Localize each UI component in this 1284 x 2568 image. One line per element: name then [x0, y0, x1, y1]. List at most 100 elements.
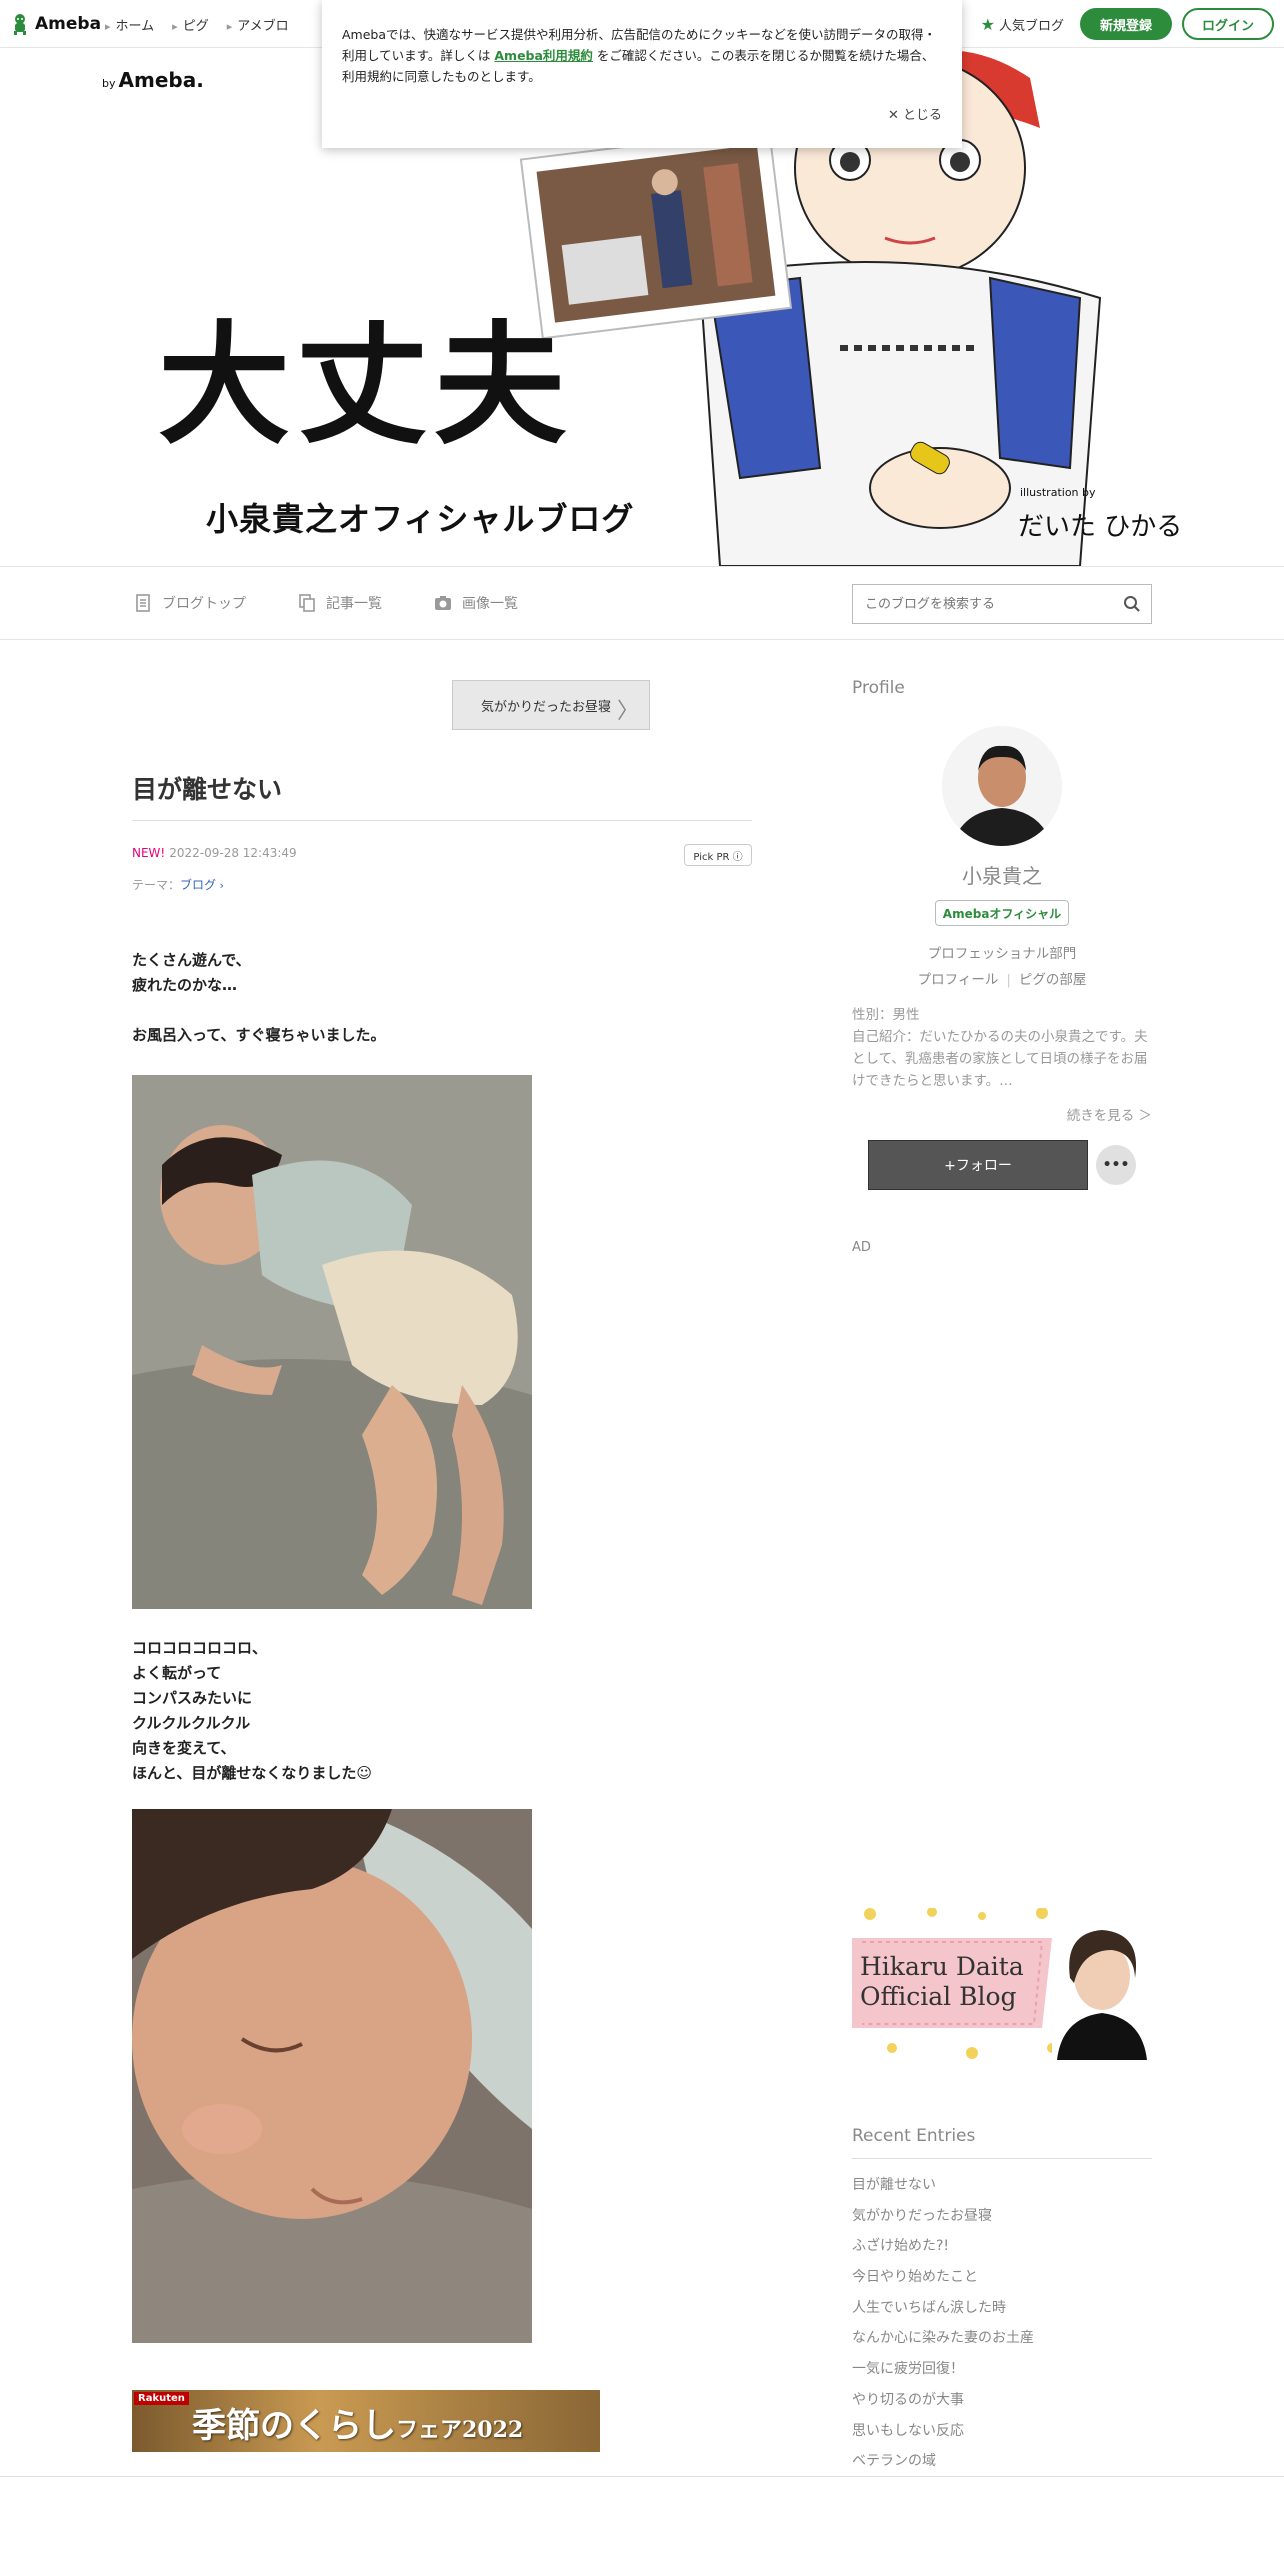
gnav-right: ★ 人気ブログ 新規登録 ログイン: [981, 8, 1274, 40]
rakuten-ad-banner[interactable]: Rakuten 季節のくらしフェア2022: [132, 2390, 600, 2452]
profile-photo: [942, 726, 1062, 846]
divider: [0, 2476, 1284, 2477]
recent-entry-link[interactable]: 目が離せない: [852, 2170, 1152, 2201]
pigg-room-link[interactable]: ピグの部屋: [1019, 972, 1087, 988]
more-options-button[interactable]: •••: [1096, 1145, 1136, 1185]
previous-entry-label: 気がかりだったお昼寝: [481, 699, 612, 715]
ameba-logo-icon: [14, 14, 26, 35]
blog-nav: ブログトップ 記事一覧 画像一覧: [0, 566, 1284, 640]
baby-sleeping-photo: [132, 1075, 532, 1609]
recent-entry-link[interactable]: 今日やり始めたこと: [852, 2262, 1152, 2293]
theme-label: テーマ：: [132, 878, 181, 892]
recent-entry-link[interactable]: 一気に疲労回復！: [852, 2354, 1152, 2385]
baby-face-photo: [132, 1809, 532, 2343]
blog-search-input[interactable]: [853, 585, 1103, 623]
gnav-link-home[interactable]: ホーム: [105, 15, 155, 34]
post-photo-1[interactable]: [132, 1075, 532, 1609]
divider: [852, 2158, 1152, 2159]
cookie-close-button[interactable]: ✕ とじる: [888, 105, 942, 126]
post-date: 2022-09-28 12:43:49: [169, 846, 297, 860]
post-theme: テーマ：ブログ ›: [132, 876, 224, 893]
recent-entry-link[interactable]: 気がかりだったお昼寝: [852, 2201, 1152, 2232]
gnav-link-ameblo[interactable]: アメブロ: [227, 15, 288, 34]
banner-text: Hikaru Daita Official Blog: [860, 1952, 1024, 2012]
by-brand: Ameba.: [118, 68, 204, 92]
gnav-link-pigg[interactable]: ピグ: [172, 15, 209, 34]
blog-top-label: ブログトップ: [162, 596, 246, 612]
avatar[interactable]: [942, 726, 1062, 846]
by-ameba-logo: by Ameba.: [102, 68, 204, 92]
body-line: 疲れたのかな…: [132, 976, 238, 994]
banner-line-1: Hikaru Daita: [860, 1952, 1024, 1981]
banner-line-2: Official Blog: [860, 1982, 1017, 2011]
body-line: コンパスみたいに: [132, 1689, 253, 1707]
read-more-link[interactable]: 続きを見る ＞: [852, 1104, 1152, 1124]
close-icon: ✕: [887, 108, 899, 123]
copy-icon: [299, 594, 315, 612]
ameba-logo[interactable]: Ameba: [10, 12, 101, 36]
by-label: by: [102, 77, 116, 90]
ad-label: AD: [852, 1240, 871, 1255]
profile-gender: 性別：男性: [852, 1007, 920, 1023]
body-line: [132, 998, 386, 1023]
body-line: 向きを変えて、: [132, 1739, 236, 1757]
recent-entry-link[interactable]: ふざけ始めた?!: [852, 2231, 1152, 2262]
blog-search: [852, 584, 1152, 624]
search-icon[interactable]: [1123, 595, 1141, 613]
ad-sub-text: フェア2022: [396, 2417, 524, 2443]
profile-category[interactable]: プロフェッショナル部門: [852, 942, 1152, 962]
profile-name[interactable]: 小泉貴之: [852, 860, 1152, 889]
popular-blog-label: 人気ブログ: [998, 18, 1064, 34]
header-subtitle: 小泉貴之オフィシャルブログ: [206, 500, 635, 538]
post-body-paragraph-1: たくさん遊んで、 疲れたのかな… お風呂入って、すぐ寝ちゃいました。: [132, 948, 386, 1048]
recent-entries-list: 目が離せない 気がかりだったお昼寝 ふざけ始めた?! 今日やり始めたこと 人生で…: [852, 2170, 1152, 2477]
previous-entry-button[interactable]: 気がかりだったお昼寝 〉: [452, 680, 650, 730]
follow-button[interactable]: +フォロー: [868, 1140, 1088, 1190]
cookie-close-label: とじる: [902, 108, 942, 123]
profile-link[interactable]: プロフィール: [918, 972, 999, 988]
image-list-link[interactable]: 画像一覧: [434, 593, 518, 613]
body-line: お風呂入って、すぐ寝ちゃいました。: [132, 1026, 386, 1044]
new-badge: NEW!: [132, 846, 166, 860]
recent-entry-link[interactable]: 思いもしない反応: [852, 2416, 1152, 2447]
recent-entry-link[interactable]: やり切るのが大事: [852, 2385, 1152, 2416]
profile-links: プロフィール | ピグの部屋: [852, 968, 1152, 988]
official-badge: Amebaオフィシャル: [935, 900, 1069, 926]
recent-entry-link[interactable]: 人生でいちばん涙した時: [852, 2293, 1152, 2324]
entry-list-label: 記事一覧: [326, 596, 382, 612]
chevron-right-icon: ›: [216, 879, 224, 892]
terms-link[interactable]: Ameba利用規約: [494, 48, 593, 63]
body-line: たくさん遊んで、: [132, 951, 251, 969]
popular-blog-link[interactable]: ★ 人気ブログ: [981, 15, 1064, 34]
logo-text: Ameba: [35, 14, 102, 34]
camera-icon: [435, 596, 451, 610]
post-body-paragraph-2: コロコロコロコロ、 よく転がって コンパスみたいに クルクルクルクル 向きを変え…: [132, 1636, 372, 1786]
body-line: ほんと、目が離せなくなりました☺: [132, 1764, 373, 1782]
rakuten-logo: Rakuten: [134, 2392, 189, 2405]
recent-entries-heading: Recent Entries: [852, 2126, 976, 2146]
body-line: コロコロコロコロ、: [132, 1639, 268, 1657]
cookie-text: Amebaでは、快適なサービス提供や利用分析、広告配信のためにクッキーなどを使い…: [342, 24, 940, 87]
blog-top-link[interactable]: ブログトップ: [134, 593, 246, 613]
recent-entry-link[interactable]: なんか心に染みた妻のお土産: [852, 2323, 1152, 2354]
body-line: クルクルクルクル: [132, 1714, 251, 1732]
login-button[interactable]: ログイン: [1182, 8, 1274, 40]
chevron-right-icon: 〉: [616, 699, 639, 724]
post-photo-2[interactable]: [132, 1809, 532, 2343]
blog-nav-items: ブログトップ 記事一覧 画像一覧: [134, 593, 518, 613]
star-icon: ★: [980, 14, 995, 34]
theme-link[interactable]: ブログ: [180, 878, 216, 892]
profile-intro: 自己紹介：だいたひかるの夫の小泉貴之です。夫として、乳癌患者の家族として日頃の様…: [852, 1029, 1148, 1089]
illustrator-signature: だいた ひかる: [1018, 512, 1183, 542]
hikaru-daita-blog-banner[interactable]: Hikaru Daita Official Blog: [852, 1908, 1152, 2060]
post-title[interactable]: 目が離せない: [132, 770, 282, 806]
rakuten-ad-text: 季節のくらしフェア2022: [192, 2398, 523, 2447]
body-line: よく転がって: [132, 1664, 222, 1682]
entry-list-link[interactable]: 記事一覧: [298, 593, 382, 613]
register-button[interactable]: 新規登録: [1080, 8, 1172, 40]
profile-heading: Profile: [852, 678, 905, 698]
cookie-notice: Amebaでは、快適なサービス提供や利用分析、広告配信のためにクッキーなどを使い…: [322, 0, 962, 148]
profile-info: 性別：男性 自己紹介：だいたひかるの夫の小泉貴之です。夫として、乳癌患者の家族と…: [852, 1004, 1152, 1092]
pick-pr-badge[interactable]: Pick PR ⓘ: [684, 844, 752, 866]
recent-entry-link[interactable]: ベテランの域: [852, 2446, 1152, 2477]
